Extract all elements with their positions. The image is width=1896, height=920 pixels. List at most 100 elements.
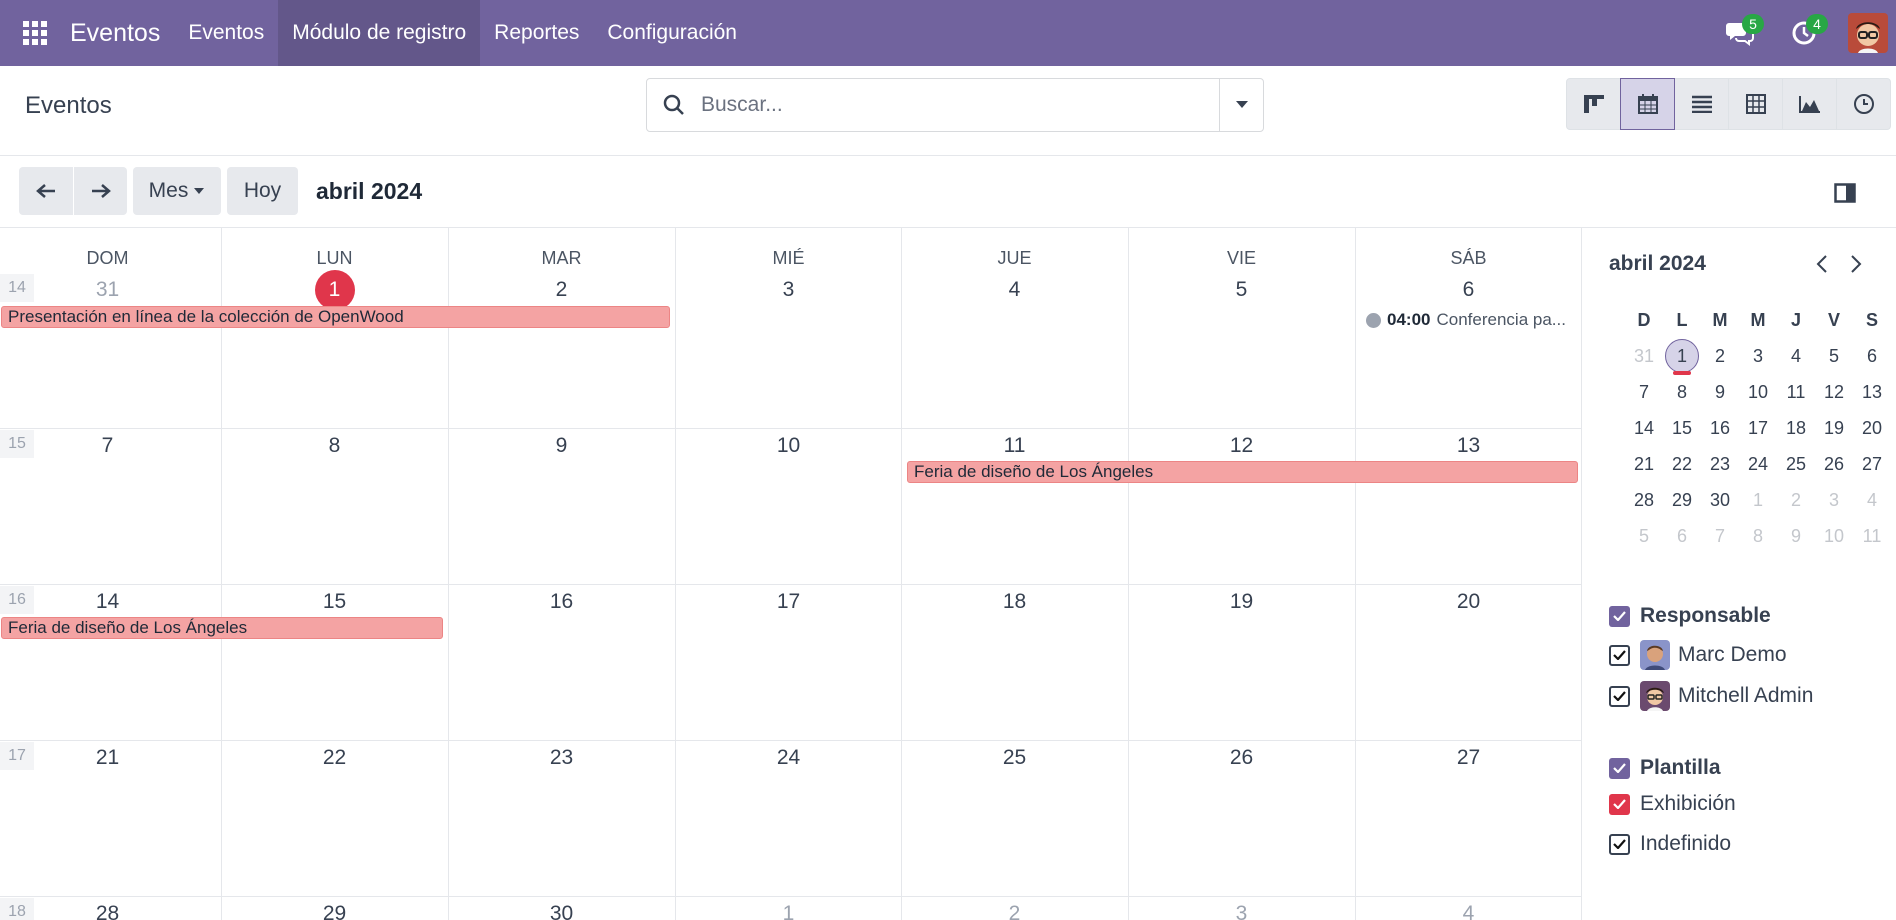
mini-day[interactable]: 1	[1739, 482, 1777, 518]
day-cell[interactable]: 12	[1128, 434, 1355, 458]
mini-day[interactable]: 6	[1663, 518, 1701, 554]
mini-day[interactable]: 11	[1853, 518, 1891, 554]
activities-button[interactable]: 4	[1772, 0, 1836, 66]
today-button[interactable]: Hoy	[227, 167, 298, 215]
kanban-view-button[interactable]	[1566, 78, 1621, 130]
mini-day[interactable]: 10	[1739, 374, 1777, 410]
list-view-button[interactable]	[1674, 78, 1729, 130]
day-cell[interactable]: 25	[901, 746, 1128, 770]
checkbox-checked-icon[interactable]	[1609, 757, 1630, 779]
mini-day[interactable]: 13	[1853, 374, 1891, 410]
mini-day[interactable]: 9	[1777, 518, 1815, 554]
day-cell[interactable]: 17	[675, 590, 902, 614]
checkbox-checked-icon[interactable]	[1609, 833, 1630, 855]
mini-day[interactable]: 21	[1625, 446, 1663, 482]
mini-day[interactable]: 31	[1625, 338, 1663, 374]
event-la-design-fair[interactable]: Feria de diseño de Los Ángeles	[1, 617, 443, 639]
mini-day[interactable]: 29	[1663, 482, 1701, 518]
calendar-view-button[interactable]	[1620, 78, 1675, 130]
day-cell[interactable]: 31	[0, 278, 221, 302]
mini-day[interactable]: 2	[1777, 482, 1815, 518]
mini-day[interactable]: 7	[1701, 518, 1739, 554]
day-cell[interactable]: 15	[221, 590, 448, 614]
filter-item-exhibicion[interactable]: Exhibición	[1609, 792, 1736, 816]
day-cell[interactable]: 2	[901, 902, 1128, 920]
day-cell[interactable]: 22	[221, 746, 448, 770]
mini-day-today[interactable]: 1	[1663, 338, 1701, 374]
mini-day[interactable]: 28	[1625, 482, 1663, 518]
checkbox-checked-icon[interactable]	[1609, 685, 1630, 707]
day-cell[interactable]: 1	[675, 902, 902, 920]
filter-item-mitchell-admin[interactable]: Mitchell Admin	[1609, 681, 1813, 711]
day-cell[interactable]: 19	[1128, 590, 1355, 614]
day-cell[interactable]: 26	[1128, 746, 1355, 770]
day-cell[interactable]: 29	[221, 902, 448, 920]
day-cell[interactable]: 3	[675, 278, 902, 302]
mini-day[interactable]: 22	[1663, 446, 1701, 482]
day-cell[interactable]: 4	[901, 278, 1128, 302]
user-avatar[interactable]	[1848, 13, 1888, 53]
filter-item-marc-demo[interactable]: Marc Demo	[1609, 640, 1787, 670]
mini-day[interactable]: 3	[1739, 338, 1777, 374]
nav-registration-module[interactable]: Módulo de registro	[278, 0, 481, 66]
mini-day[interactable]: 30	[1701, 482, 1739, 518]
mini-day[interactable]: 18	[1777, 410, 1815, 446]
event-conference[interactable]: 04:00 Conferencia pa...	[1366, 310, 1566, 330]
event-la-design-fair[interactable]: Feria de diseño de Los Ángeles	[907, 461, 1578, 483]
filter-item-indefinido[interactable]: Indefinido	[1609, 832, 1731, 856]
mini-day[interactable]: 15	[1663, 410, 1701, 446]
day-cell[interactable]: 14	[0, 590, 221, 614]
sidebar-toggle-button[interactable]	[1830, 178, 1860, 208]
day-cell[interactable]: 16	[448, 590, 675, 614]
search-input[interactable]	[701, 93, 1219, 117]
checkbox-checked-icon[interactable]	[1609, 644, 1630, 666]
mini-day[interactable]: 2	[1701, 338, 1739, 374]
next-button[interactable]	[74, 167, 127, 215]
filter-group-responsable[interactable]: Responsable	[1609, 604, 1771, 628]
event-openwood-presentation[interactable]: Presentación en línea de la colección de…	[1, 306, 670, 328]
mini-day[interactable]: 11	[1777, 374, 1815, 410]
mini-day[interactable]: 26	[1815, 446, 1853, 482]
day-cell[interactable]: 23	[448, 746, 675, 770]
day-cell[interactable]: 20	[1355, 590, 1581, 614]
mini-day[interactable]: 9	[1701, 374, 1739, 410]
mini-day[interactable]: 25	[1777, 446, 1815, 482]
nav-reports[interactable]: Reportes	[480, 0, 593, 66]
search-options-toggle[interactable]	[1219, 79, 1263, 131]
checkbox-checked-icon[interactable]	[1609, 605, 1630, 627]
day-cell[interactable]: 21	[0, 746, 221, 770]
mini-day[interactable]: 23	[1701, 446, 1739, 482]
nav-configuration[interactable]: Configuración	[593, 0, 751, 66]
day-cell[interactable]: 2	[448, 278, 675, 302]
mini-prev-button[interactable]	[1808, 250, 1836, 278]
day-cell[interactable]: 11	[901, 434, 1128, 458]
mini-day[interactable]: 10	[1815, 518, 1853, 554]
nav-eventos[interactable]: Eventos	[174, 0, 278, 66]
day-cell[interactable]: 13	[1355, 434, 1581, 458]
graph-view-button[interactable]	[1782, 78, 1837, 130]
day-cell[interactable]: 3	[1128, 902, 1355, 920]
mini-day[interactable]: 5	[1625, 518, 1663, 554]
activity-view-button[interactable]	[1836, 78, 1891, 130]
mini-day[interactable]: 24	[1739, 446, 1777, 482]
pivot-view-button[interactable]	[1728, 78, 1783, 130]
mini-next-button[interactable]	[1842, 250, 1870, 278]
mini-day[interactable]: 4	[1853, 482, 1891, 518]
messages-button[interactable]: 5	[1708, 0, 1772, 66]
day-cell[interactable]: 5	[1128, 278, 1355, 302]
day-cell[interactable]: 27	[1355, 746, 1581, 770]
mini-day[interactable]: 27	[1853, 446, 1891, 482]
previous-button[interactable]	[19, 167, 73, 215]
scale-dropdown[interactable]: Mes	[133, 167, 221, 215]
mini-day[interactable]: 7	[1625, 374, 1663, 410]
day-cell[interactable]: 8	[221, 434, 448, 458]
day-cell[interactable]: 24	[675, 746, 902, 770]
mini-day[interactable]: 12	[1815, 374, 1853, 410]
day-cell[interactable]: 28	[0, 902, 221, 920]
mini-day[interactable]: 8	[1663, 374, 1701, 410]
mini-day[interactable]: 3	[1815, 482, 1853, 518]
mini-day[interactable]: 4	[1777, 338, 1815, 374]
apps-menu-icon[interactable]	[0, 0, 70, 66]
day-cell[interactable]: 10	[675, 434, 902, 458]
day-cell[interactable]: 18	[901, 590, 1128, 614]
